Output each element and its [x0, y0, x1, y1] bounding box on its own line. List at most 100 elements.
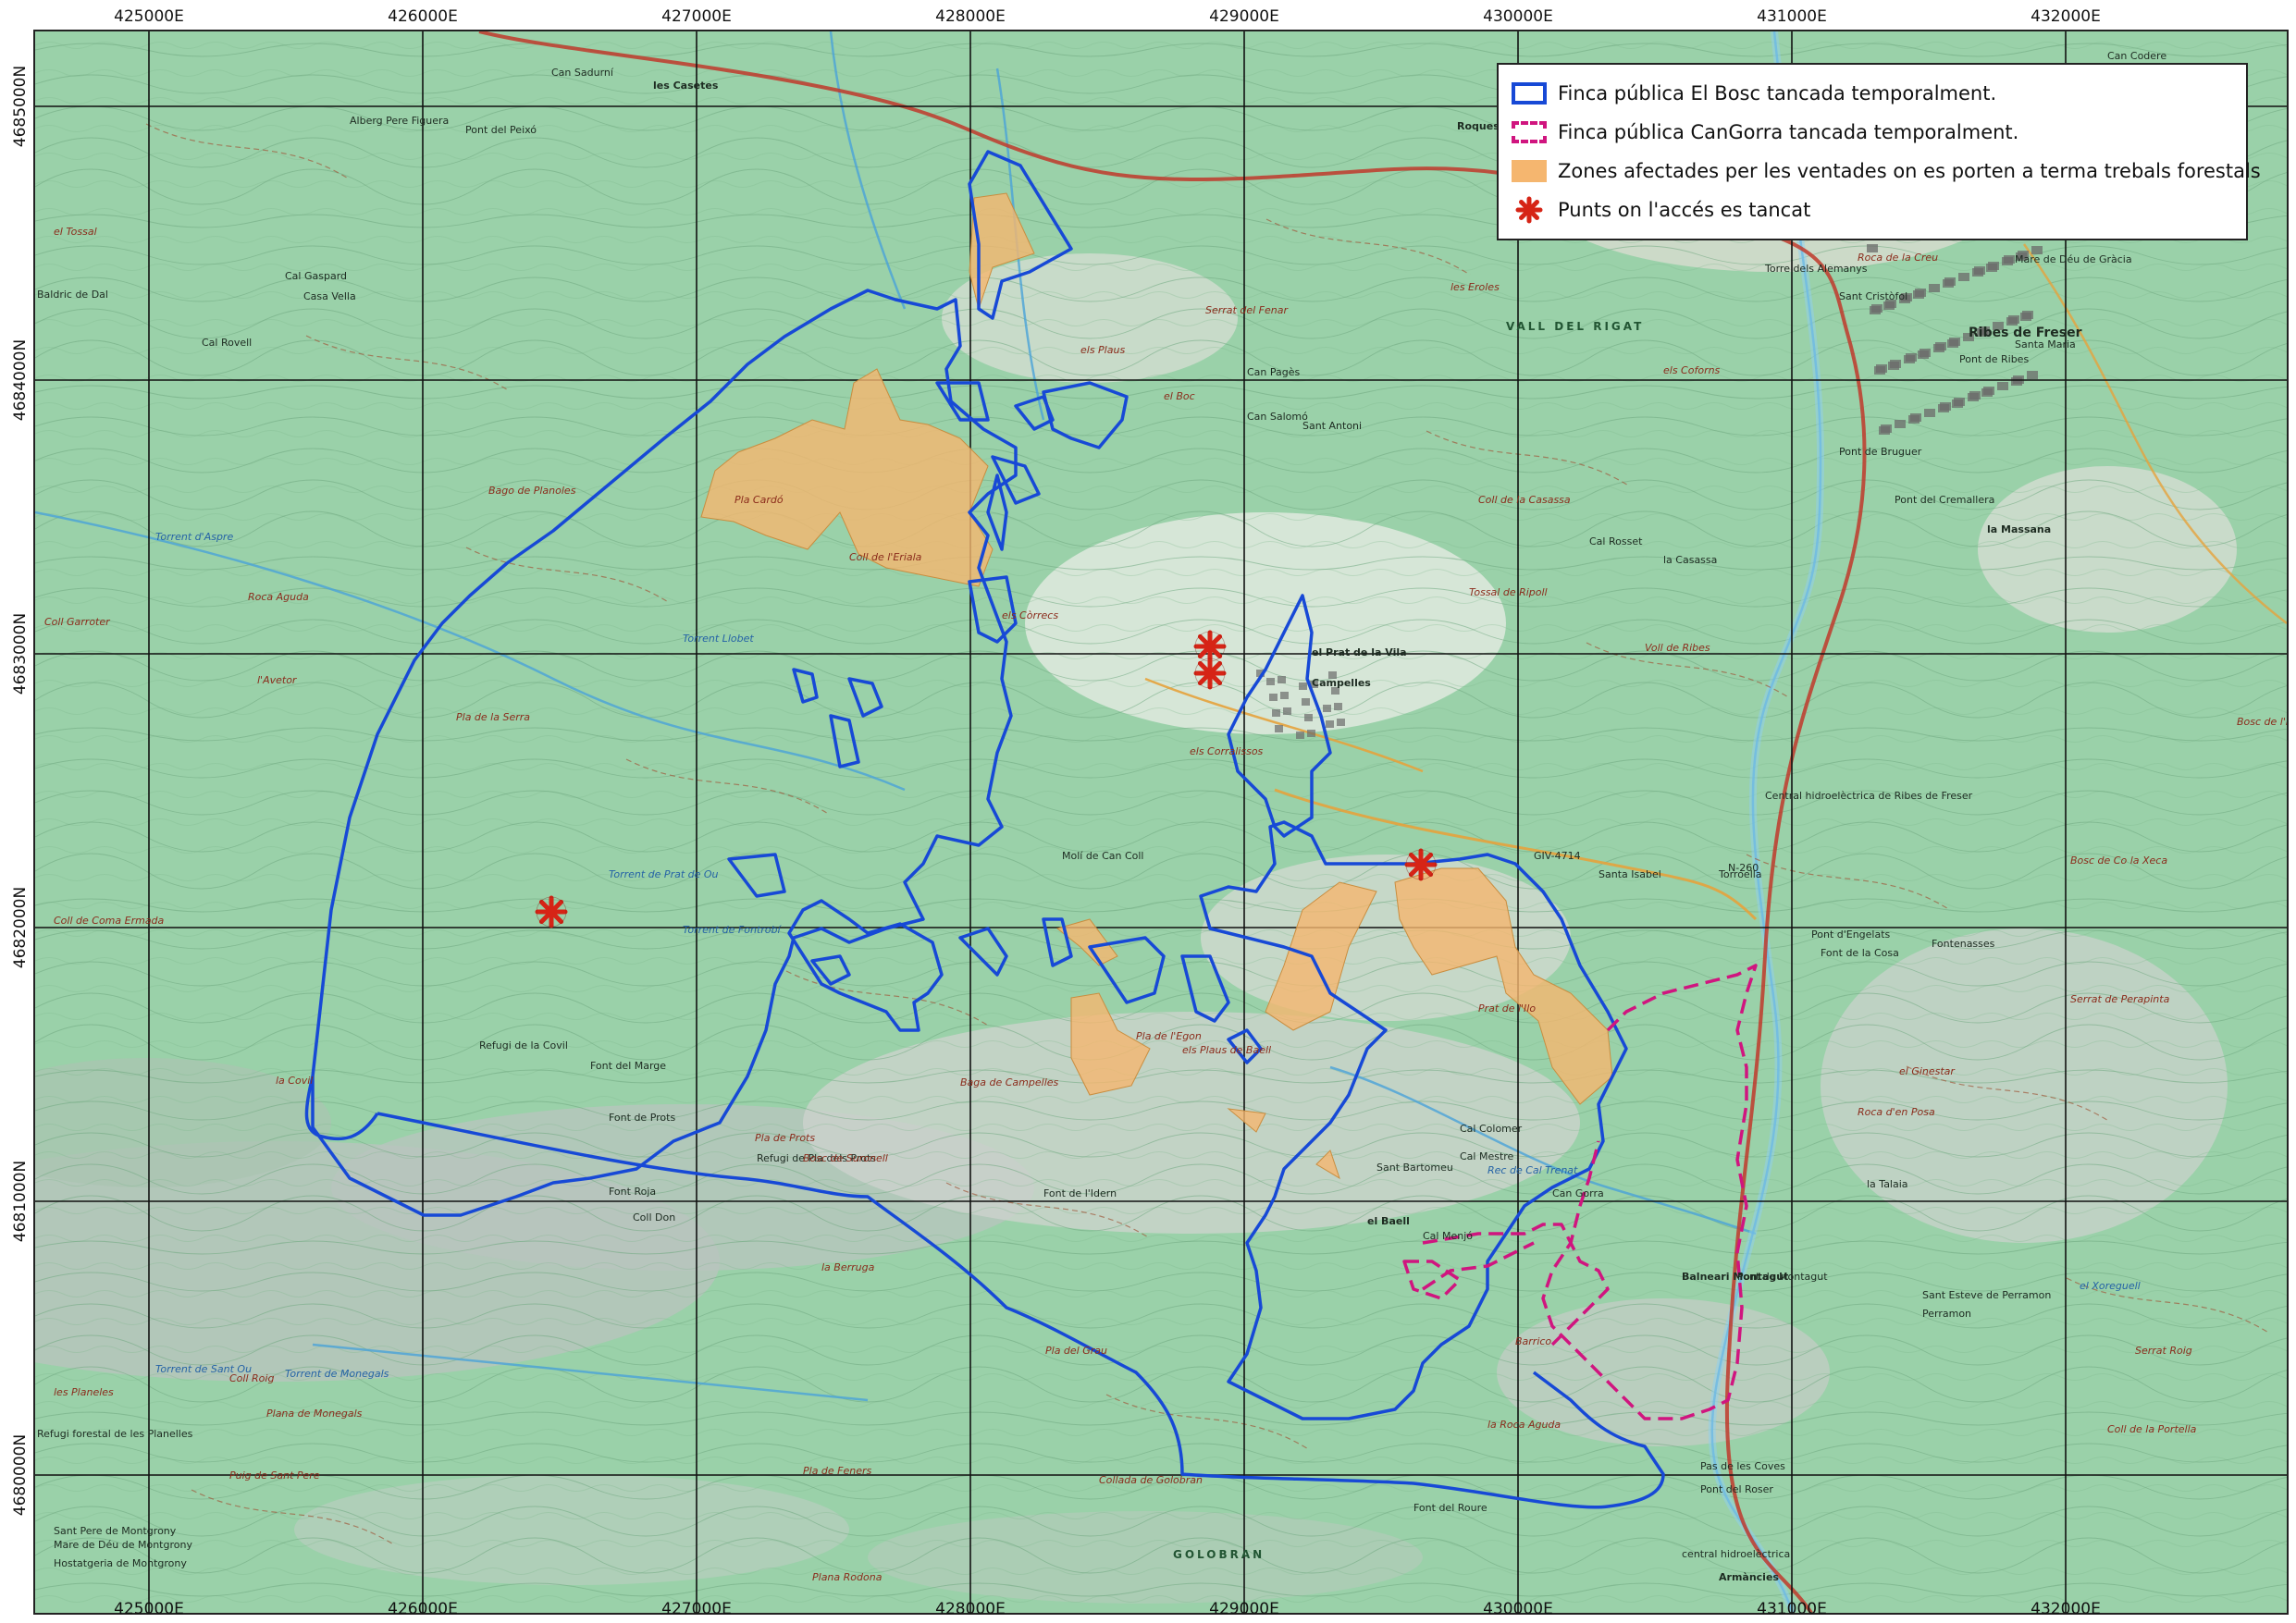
place-label: les Eroles: [1450, 281, 1500, 293]
access-closed-marker-icon[interactable]: [1404, 848, 1438, 881]
place-label: Campelles: [1312, 677, 1371, 689]
place-label: GIV-4714: [1534, 850, 1581, 862]
access-closed-marker-icon[interactable]: [1193, 657, 1227, 690]
legend-item-el-bosc: Finca pública El Bosc tancada temporalme…: [1512, 74, 2233, 113]
map-canvas[interactable]: les Casetes Can Sadurní Alberg Pere Figuer…: [33, 30, 2289, 1615]
place-label: Pas de les Coves: [1700, 1460, 1785, 1472]
place-label: Coll de l'Eriala: [849, 551, 922, 563]
place-label: Can Codere: [2107, 50, 2167, 62]
place-label: Armàncies: [1719, 1571, 1779, 1583]
easting-label: 428000E: [935, 1600, 1006, 1618]
easting-label: 429000E: [1209, 7, 1279, 26]
place-label: Sant Esteve de Perramon: [1922, 1289, 2052, 1301]
easting-label: 426000E: [388, 1600, 458, 1618]
easting-label: 430000E: [1483, 7, 1553, 26]
place-label: Pla de l'Egon: [1136, 1030, 1202, 1042]
place-label: Coll de Coma Ermada: [54, 915, 165, 927]
place-label: Voll de Ribes: [1645, 642, 1710, 654]
place-label: Coll Garroter: [44, 616, 110, 628]
northing-label: 4683000N: [11, 612, 30, 695]
place-label: Font de Prots: [609, 1112, 676, 1124]
place-label: el Xoreguell: [2080, 1280, 2141, 1292]
place-label: Torrent de Fontrobí: [683, 924, 781, 936]
place-label: Serrat Roig: [2135, 1345, 2192, 1357]
place-label: Pont del Peixó: [465, 124, 537, 136]
place-label: Cal Gaspard: [285, 270, 348, 282]
place-label: els Coforns: [1663, 364, 1721, 376]
place-label: les Planeles: [54, 1386, 114, 1398]
place-label: Torrent Llobet: [683, 633, 754, 645]
place-label: Font de la Cosa: [1821, 947, 1899, 959]
place-label: Pla de Feners: [803, 1465, 872, 1477]
place-label: Font del Marge: [590, 1060, 667, 1072]
place-label: la Massana: [1987, 523, 2052, 535]
place-label: el Baell: [1367, 1215, 1410, 1227]
place-label: Pla de la Serra: [456, 711, 531, 723]
place-label: Font Roja: [609, 1186, 657, 1198]
place-label: Coll de la Casassa: [1478, 494, 1571, 506]
legend-item-access-points: Punts on l'accés es tancat: [1512, 191, 2233, 229]
place-label: Pont del Cremallera: [1895, 494, 1995, 506]
place-label: Plana de Monegals: [266, 1408, 363, 1420]
legend-swatch-dashed-magenta: [1512, 121, 1547, 143]
place-label: Pont de Bruguer: [1839, 446, 1922, 458]
legend-item-zones: Zones afectades per les ventades on es p…: [1512, 152, 2261, 191]
map-legend: Finca pública El Bosc tancada temporalme…: [1497, 63, 2261, 240]
easting-label: 431000E: [1757, 1600, 1827, 1618]
easting-label: 426000E: [388, 7, 458, 26]
place-label: N-260: [1728, 862, 1759, 874]
place-label: Pla de Prots: [755, 1132, 816, 1144]
place-label: Bosc de Suronell: [803, 1152, 888, 1164]
place-label: els Corralissos: [1190, 745, 1264, 757]
easting-label: 430000E: [1483, 1600, 1553, 1618]
northing-label: 4680000N: [11, 1433, 30, 1517]
place-label: el Boc: [1164, 390, 1195, 402]
place-label: Santa Maria: [2015, 338, 2076, 350]
place-label: Pont del Roser: [1700, 1483, 1773, 1495]
place-label: Refugi de la Covil: [479, 1039, 568, 1051]
place-label: els Plaus de Baell: [1182, 1044, 1272, 1056]
easting-label: 429000E: [1209, 1600, 1279, 1618]
easting-label: 427000E: [661, 1600, 732, 1618]
easting-label: 432000E: [2031, 7, 2101, 26]
place-label: Perramon: [1922, 1308, 1972, 1320]
place-label: Prat de l'Ilo: [1478, 1002, 1537, 1014]
place-label: Mare de Déu de Gràcia: [2015, 253, 2132, 265]
place-label: el Ginestar: [1899, 1065, 1955, 1077]
easting-label: 427000E: [661, 7, 732, 26]
place-label: Pla del Grau: [1045, 1345, 1107, 1357]
place-label: la Casassa: [1663, 554, 1718, 566]
easting-label: 425000E: [114, 1600, 184, 1618]
place-label: Roca d'en Posa: [1858, 1106, 1935, 1118]
place-label: Bago de Planoles: [488, 485, 576, 497]
place-label: Alberg Pere Figuera: [350, 115, 450, 127]
legend-item-cangorra: Finca pública CanGorra tancada temporalm…: [1512, 113, 2233, 152]
place-label: Bosc de l'Hèura: [2237, 716, 2287, 728]
northing-label: 4684000N: [11, 338, 30, 422]
place-label: Can Salomó: [1247, 411, 1308, 423]
place-label: Bosc de Co la Xeca: [2070, 855, 2168, 867]
access-closed-marker-icon[interactable]: [535, 895, 568, 928]
place-label: la Covil: [276, 1075, 314, 1087]
legend-label: Zones afectades per les ventades on es p…: [1558, 160, 2261, 182]
place-label: Cal Rovell: [202, 337, 253, 349]
place-label: Collada de Golobran: [1099, 1474, 1203, 1486]
place-label: Coll Roig: [229, 1372, 275, 1384]
place-label: Serrat de Perapinta: [2070, 993, 2170, 1005]
place-label: Baldric de Dal: [37, 289, 108, 301]
easting-label: 428000E: [935, 7, 1006, 26]
place-label: GOLOBRAN: [1173, 1548, 1265, 1561]
place-label: Pla Cardó: [734, 494, 784, 506]
place-label: Can Sadurní: [551, 67, 613, 79]
place-label: Sant Bartomeu: [1376, 1162, 1453, 1174]
place-label: Mare de Déu de Montgrony: [54, 1539, 192, 1551]
legend-label: Finca pública CanGorra tancada temporalm…: [1558, 121, 2019, 143]
place-label: Barrico: [1515, 1335, 1552, 1347]
place-label: Torrent de Monegals: [285, 1368, 389, 1380]
place-label: Can Pagès: [1247, 366, 1301, 378]
northing-label: 4685000N: [11, 65, 30, 148]
legend-swatch-solid-blue: [1512, 82, 1547, 105]
place-label: Plana Rodona: [812, 1571, 883, 1583]
place-label: Sant Cristòfol: [1839, 290, 1908, 302]
legend-swatch-orange-fill: [1512, 160, 1547, 182]
